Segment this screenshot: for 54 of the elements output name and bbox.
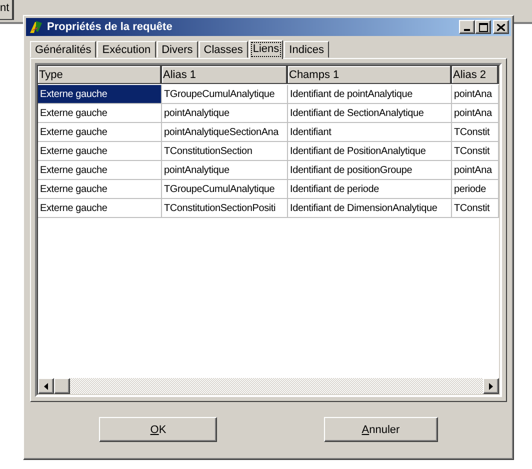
close-icon xyxy=(497,24,505,30)
tab[interactable]: Généralités xyxy=(30,41,96,58)
table-cell[interactable]: periode xyxy=(452,180,499,199)
table-cell[interactable]: pointAnalytique xyxy=(162,161,288,180)
right-arrow-icon xyxy=(489,382,493,390)
table-cell[interactable]: pointAna xyxy=(452,161,499,180)
table-cell[interactable]: Identifiant de SectionAnalytique xyxy=(288,104,452,123)
cancel-button[interactable]: Annuler xyxy=(324,417,438,442)
table-cell[interactable]: Identifiant de DimensionAnalytique xyxy=(288,199,452,218)
tab[interactable]: Classes xyxy=(198,41,248,58)
table-cell[interactable]: Identifiant de pointAnalytique xyxy=(288,85,452,104)
table-cell[interactable]: Externe gauche xyxy=(38,104,162,123)
table-cell[interactable]: Externe gauche xyxy=(38,142,162,161)
table-cell[interactable]: pointAna xyxy=(452,85,499,104)
table-cell[interactable]: Identifiant de positionGroupe xyxy=(288,161,452,180)
column-header[interactable]: Champs 1 xyxy=(288,66,452,84)
table-cell[interactable]: Externe gauche xyxy=(38,199,162,218)
column-header[interactable]: Alias 2 xyxy=(452,66,499,84)
tab[interactable]: Liens xyxy=(248,40,284,59)
table-cell[interactable]: TConstit xyxy=(452,142,499,161)
scroll-left-button[interactable] xyxy=(38,378,54,394)
horizontal-scrollbar[interactable] xyxy=(38,378,499,394)
table-cell[interactable]: pointAna xyxy=(452,104,499,123)
table-cell[interactable]: pointAnalytique xyxy=(162,104,288,123)
table-cell[interactable]: TGroupeCumulAnalytique xyxy=(162,85,288,104)
window-title: Propriétés de la requête xyxy=(47,21,174,33)
table-cell[interactable]: Externe gauche xyxy=(38,180,162,199)
table-cell[interactable]: TConstitutionSection xyxy=(162,142,288,161)
ok-button[interactable]: OK xyxy=(99,417,218,442)
close-button[interactable] xyxy=(493,20,509,34)
app-icon xyxy=(28,19,44,35)
table-cell[interactable]: TConstitutionSectionPositi xyxy=(162,199,288,218)
table-cell[interactable]: pointAnalytiqueSectionAna xyxy=(162,123,288,142)
table-cell[interactable]: TGroupeCumulAnalytique xyxy=(162,180,288,199)
scroll-thumb[interactable] xyxy=(54,378,70,394)
table-cell[interactable]: Externe gauche xyxy=(38,161,162,180)
left-arrow-icon xyxy=(44,382,48,390)
table-cell[interactable]: Externe gauche xyxy=(38,123,162,142)
tab[interactable]: Divers xyxy=(156,41,198,58)
table-cell[interactable]: Externe gauche xyxy=(38,85,162,104)
table-cell[interactable]: Identifiant de PositionAnalytique xyxy=(288,142,452,161)
maximize-button[interactable] xyxy=(475,20,491,34)
column-header[interactable]: Alias 1 xyxy=(162,66,288,84)
tab[interactable]: Exécution xyxy=(97,41,156,58)
table-cell[interactable]: Identifiant xyxy=(288,123,452,142)
tab[interactable]: nt xyxy=(0,0,14,20)
table-cell[interactable]: Identifiant de periode xyxy=(288,180,452,199)
maximize-icon xyxy=(478,22,488,32)
minimize-button[interactable] xyxy=(459,20,475,34)
tab[interactable]: Indices xyxy=(284,41,330,58)
scroll-right-button[interactable] xyxy=(483,378,499,394)
table-cell[interactable]: TConstit xyxy=(452,123,499,142)
table-cell[interactable]: TConstit xyxy=(452,199,499,218)
column-header[interactable]: Type xyxy=(38,66,162,84)
